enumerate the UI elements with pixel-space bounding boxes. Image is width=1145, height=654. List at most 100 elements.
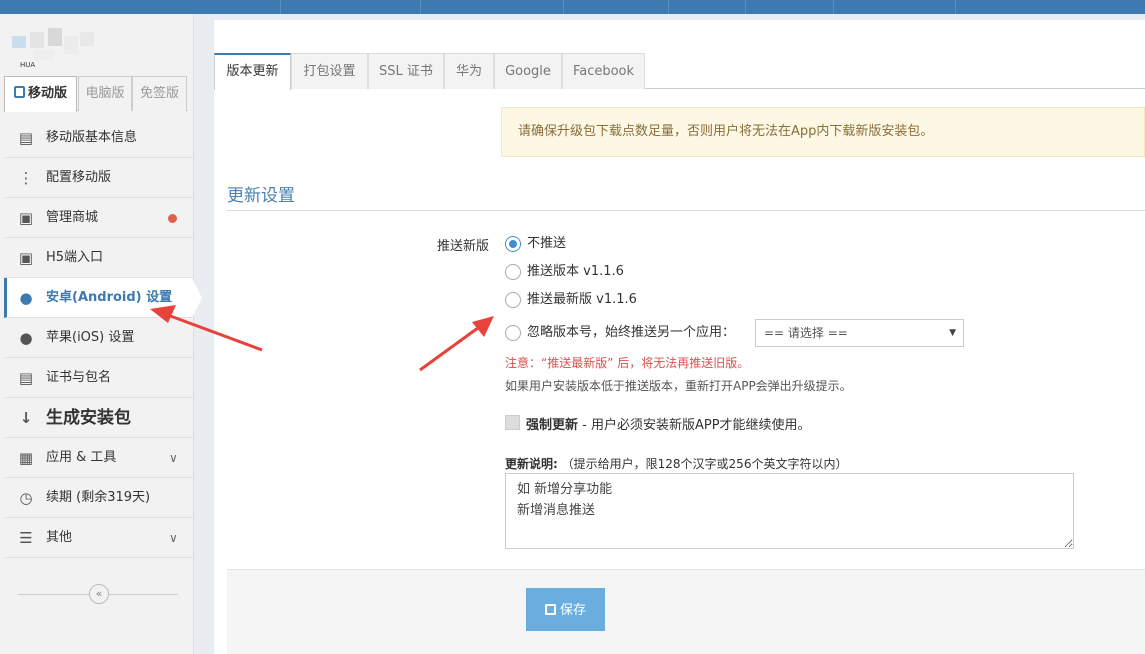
sidebar-item-label: 安卓(Android) 设置: [46, 290, 173, 305]
sort-numeric-icon: ↓: [19, 409, 33, 427]
sidebar-item-label: 配置移动版: [46, 170, 112, 185]
download-credit-notice: 请确保升级包下载点数足量，否则用户将无法在App内下载新版安装包。: [501, 107, 1145, 157]
menu-icon: ☰: [19, 529, 33, 547]
sidebar-item-label: 应用 & 工具: [46, 450, 117, 465]
grid-icon: ▦: [18, 449, 34, 467]
tab-ssl-certificate[interactable]: SSL 证书: [368, 53, 444, 89]
top-nav-divider: [745, 0, 746, 14]
tab-mobile[interactable]: 移动版: [4, 76, 77, 112]
save-icon: [544, 604, 556, 615]
certificate-icon: ▤: [18, 369, 34, 387]
clock-icon: ◷: [19, 489, 33, 507]
radio-button[interactable]: [505, 325, 521, 341]
notification-dot: [168, 214, 177, 223]
sidebar-item-configure-mobile[interactable]: ⋮ 配置移动版: [4, 158, 193, 198]
radio-button[interactable]: [505, 292, 521, 308]
sidebar-item-android-settings[interactable]: ● 安卓(Android) 设置: [4, 278, 193, 318]
update-description-textarea[interactable]: 如 新增分享功能 新增消息推送: [505, 473, 1074, 549]
form-footer: [227, 569, 1145, 654]
tab-package-settings[interactable]: 打包设置: [291, 53, 368, 89]
sidebar-item-certificate[interactable]: ▤ 证书与包名: [4, 358, 193, 398]
main-panel: 版本更新 打包设置 SSL 证书 华为 Google Facebook 请确保升…: [214, 20, 1145, 654]
chevron-down-icon: ∨: [169, 531, 178, 545]
sidebar-item-manage-shop[interactable]: ▣ 管理商城: [4, 198, 193, 238]
description-title: 更新说明:: [505, 457, 558, 471]
top-nav-divider: [563, 0, 564, 14]
radio-label: 不推送: [527, 236, 567, 251]
apple-icon: ●: [19, 329, 33, 347]
sidebar-item-label: 其他: [46, 530, 73, 545]
caret-down-icon: ▼: [949, 328, 956, 338]
app-select[interactable]: == 请选择 == ▼: [755, 319, 964, 347]
tab-desktop-label: 电脑版: [85, 86, 125, 101]
sidebar-item-label: 续期 (剩余319天): [46, 490, 151, 505]
radio-label: 推送最新版 v1.1.6: [527, 292, 637, 307]
sidebar-item-label: 生成安装包: [46, 408, 131, 428]
section-title: 更新设置: [227, 186, 295, 206]
android-icon: ●: [19, 289, 33, 307]
shopping-bag-icon: ▣: [18, 249, 34, 267]
active-item-pointer: [192, 278, 202, 318]
chevron-down-icon: ∨: [169, 451, 178, 465]
tab-label: 华为: [455, 64, 482, 79]
sidebar-item-apps-tools[interactable]: ▦ 应用 & 工具 ∨: [4, 438, 193, 478]
sidebar-item-label: H5端入口: [46, 250, 104, 265]
info-list-icon: ▤: [18, 129, 34, 147]
tab-label: 版本更新: [226, 64, 279, 79]
tab-google[interactable]: Google: [494, 53, 562, 89]
radio-label: 推送版本 v1.1.6: [527, 264, 624, 279]
top-nav-divider: [668, 0, 669, 14]
logo-text: HUA: [20, 61, 36, 69]
tab-mobile-label: 移动版: [27, 86, 67, 101]
app-logo: HUA: [12, 28, 96, 69]
top-nav-divider: [833, 0, 834, 14]
radio-button[interactable]: [505, 236, 521, 252]
push-latest-warning: 注意：“推送最新版” 后，将无法再推送旧版。: [505, 356, 750, 370]
section-divider: [227, 210, 1145, 211]
sidebar-item-ios-settings[interactable]: ● 苹果(iOS) 设置: [4, 318, 193, 358]
sidebar-item-label: 苹果(iOS) 设置: [46, 330, 135, 345]
top-nav-divider: [955, 0, 956, 14]
tab-unsigned[interactable]: 免签版: [132, 76, 187, 111]
tab-huawei[interactable]: 华为: [444, 53, 494, 89]
sidebar-item-mobile-info[interactable]: ▤ 移动版基本信息: [4, 118, 193, 158]
top-nav-bar: [0, 0, 1145, 14]
sidebar-item-label: 证书与包名: [46, 370, 112, 385]
sidebar-item-other[interactable]: ☰ 其他 ∨: [4, 518, 193, 558]
sidebar-item-h5-entry[interactable]: ▣ H5端入口: [4, 238, 193, 278]
force-update-title: 强制更新: [526, 418, 579, 433]
tab-label: Google: [505, 64, 551, 79]
tab-facebook[interactable]: Facebook: [562, 53, 645, 89]
sidebar-item-build-package[interactable]: ↓ 生成安装包: [4, 398, 193, 438]
tab-desktop[interactable]: 电脑版: [78, 76, 132, 111]
description-sub: （提示给用户，限128个汉字或256个英文字符以内）: [561, 457, 848, 471]
description-label: 更新说明: （提示给用户，限128个汉字或256个英文字符以内）: [505, 455, 847, 472]
sidebar-item-label: 移动版基本信息: [46, 130, 138, 145]
tab-label: Facebook: [572, 64, 635, 79]
sidebar-item-label: 管理商城: [46, 210, 99, 225]
force-update-label: 强制更新 - 用户必须安装新版APP才能继续使用。: [526, 414, 811, 433]
radio-button[interactable]: [505, 264, 521, 280]
tablet-icon: [13, 86, 25, 98]
tab-label: SSL 证书: [379, 64, 433, 79]
sliders-icon: ⋮: [18, 169, 34, 187]
radio-label: 忽略版本号，始终推送另一个应用：: [527, 325, 736, 340]
sidebar-menu: ▤ 移动版基本信息 ⋮ 配置移动版 ▣ 管理商城 ▣ H5端入口 ● 安卓(Android…: [4, 118, 193, 558]
double-chevron-left-icon[interactable]: «: [89, 584, 109, 604]
force-update-desc: - 用户必须安装新版APP才能继续使用。: [578, 418, 811, 433]
tab-unsigned-label: 免签版: [139, 86, 179, 101]
settings-tabs: 版本更新 打包设置 SSL 证书 华为 Google Facebook: [214, 53, 1145, 90]
sidebar-item-renewal[interactable]: ◷ 续期 (剩余319天): [4, 478, 193, 518]
tab-label: 打包设置: [303, 64, 356, 79]
platform-tabs: 移动版 电脑版 免签版: [4, 76, 188, 112]
save-button[interactable]: 保存: [526, 588, 605, 631]
push-label: 推送新版: [437, 239, 490, 254]
upgrade-hint: 如果用户安装版本低于推送版本，重新打开APP会弹出升级提示。: [505, 379, 852, 393]
shopping-bag-icon: ▣: [18, 209, 34, 227]
top-nav-divider: [280, 0, 281, 14]
force-update-checkbox[interactable]: [505, 415, 520, 430]
save-button-label: 保存: [559, 602, 586, 617]
app-select-value: == 请选择 ==: [764, 326, 848, 340]
tab-version-update[interactable]: 版本更新: [214, 53, 291, 90]
top-nav-divider: [420, 0, 421, 14]
